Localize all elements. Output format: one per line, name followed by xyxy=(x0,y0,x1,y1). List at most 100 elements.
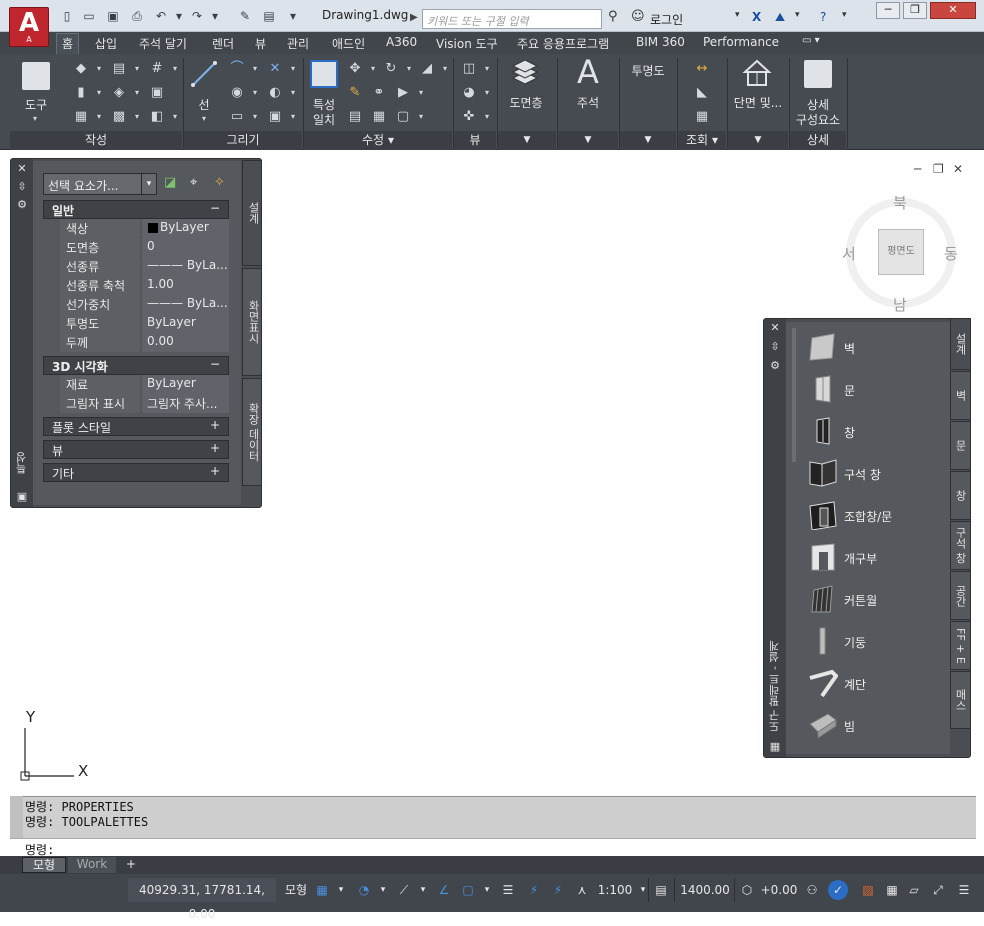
space-icon[interactable]: ▩ xyxy=(110,108,128,126)
exchange-icon[interactable]: X xyxy=(752,10,761,24)
application-menu-button[interactable]: A A xyxy=(9,7,49,47)
layer-panel-expand-icon[interactable]: ▼ xyxy=(498,131,556,150)
selection-dropdown[interactable]: 선택 요소가... xyxy=(43,173,147,195)
annotation-icon[interactable]: A xyxy=(574,56,602,90)
orbit-dropdown-icon[interactable]: ▾ xyxy=(478,108,496,126)
wall-dropdown-icon[interactable]: ▾ xyxy=(90,60,108,78)
tab-a360[interactable]: A360 xyxy=(386,35,417,49)
panel-view-bar[interactable]: 뷰 xyxy=(454,131,496,150)
layer-button-label[interactable]: 도면층 xyxy=(502,94,550,111)
minimize-button[interactable]: ─ xyxy=(876,2,900,19)
hardware-acceleration-icon[interactable]: ✓ xyxy=(828,880,848,900)
tab-performance[interactable]: Performance xyxy=(703,35,779,49)
clean-screen-icon[interactable]: ⤢ xyxy=(928,878,948,902)
redo-dropdown-icon[interactable]: ▾ xyxy=(210,8,220,24)
calculator-icon[interactable]: ▤ xyxy=(652,878,670,902)
viewport-close-icon[interactable]: ✕ xyxy=(953,162,963,176)
section-elevation-icon[interactable] xyxy=(742,58,772,88)
viewcube-face-top[interactable]: 평면도 xyxy=(878,229,924,275)
tab-view[interactable]: 뷰 xyxy=(255,35,266,52)
undo-icon[interactable]: ↶ xyxy=(152,8,170,24)
annotation-button-label[interactable]: 주석 xyxy=(566,94,610,111)
prop-tab-display[interactable]: 화면표시 xyxy=(242,268,262,376)
tab-render[interactable]: 렌더 xyxy=(212,35,234,52)
tab-manage[interactable]: 관리 xyxy=(287,35,309,52)
viewcube-north[interactable]: 북 xyxy=(893,192,907,213)
window-dropdown-icon[interactable]: ▾ xyxy=(90,84,108,102)
quick-select-icon[interactable]: ✧ xyxy=(214,175,225,190)
grid-icon[interactable]: # xyxy=(148,60,166,78)
curtainwall-dropdown-icon[interactable]: ▾ xyxy=(90,108,108,126)
viewcube-east[interactable]: 동 xyxy=(944,243,958,264)
login-label[interactable]: 로그인 xyxy=(650,11,683,28)
tool-item-door-window-assembly[interactable]: 조합창/문 xyxy=(808,496,948,534)
tp-tab-ffe[interactable]: FF + E xyxy=(950,621,971,670)
door-icon[interactable]: ▤ xyxy=(110,60,128,78)
tp-tab-space[interactable]: 공간 xyxy=(950,571,971,620)
xline-dropdown-icon[interactable]: ▾ xyxy=(284,60,302,78)
properties-settings-icon[interactable]: ⚙ xyxy=(15,198,29,212)
section-view-expand-icon[interactable]: + xyxy=(210,441,220,455)
osnap-dropdown-icon[interactable]: ▾ xyxy=(480,878,494,902)
customization-menu-icon[interactable]: ☰ xyxy=(954,878,974,902)
stretch-icon[interactable]: ▶ xyxy=(394,84,412,102)
trim-dropdown-icon[interactable]: ▾ xyxy=(436,60,454,78)
prop-value[interactable]: ——— ByLa... xyxy=(142,295,229,314)
hatch-icon[interactable]: ◐ xyxy=(266,84,284,102)
detail-label-line2[interactable]: 구성요소 xyxy=(790,111,846,128)
layer-icon[interactable] xyxy=(510,58,540,88)
column-icon[interactable]: ▣ xyxy=(148,84,166,102)
toolpalette-autohide-icon[interactable]: ⇳ xyxy=(768,340,782,354)
prop-row-thickness[interactable]: 두께 0.00 xyxy=(60,333,229,352)
slab-dropdown-icon[interactable]: ▾ xyxy=(166,108,184,126)
panel-modify-expand-icon[interactable]: ▾ xyxy=(388,133,394,147)
tab-bim360[interactable]: BIM 360 xyxy=(636,35,685,49)
workspace-icon[interactable]: ▤ xyxy=(260,8,278,24)
save-icon[interactable]: ▣ xyxy=(104,8,122,24)
section-general-collapse-icon[interactable]: − xyxy=(210,201,220,215)
panel-create-bar[interactable]: 작성 xyxy=(10,131,182,150)
isolate-icon[interactable]: ▨ xyxy=(858,878,878,902)
user-icon[interactable]: ☺ xyxy=(631,9,645,24)
tool-dropdown-icon[interactable]: ▾ xyxy=(26,110,44,128)
prop-value[interactable]: 0.00 xyxy=(142,333,229,352)
panel-details-bar[interactable]: 상세 xyxy=(790,131,846,150)
auto-scale-icon[interactable]: ⚡ xyxy=(548,878,568,902)
new-layout-button[interactable]: + xyxy=(120,857,142,873)
viewport-minimize-icon[interactable]: ─ xyxy=(914,162,921,176)
tool-item-column[interactable]: 기둥 xyxy=(808,622,948,660)
new-icon[interactable]: ▯ xyxy=(58,8,76,24)
section-panel-expand-icon[interactable]: ▼ xyxy=(728,131,788,150)
section-plot-style[interactable]: 플롯 스타일 + xyxy=(43,417,229,436)
tool-item-stair[interactable]: 계단 xyxy=(808,664,948,702)
section-button-label[interactable]: 단면 및... xyxy=(730,94,786,111)
command-line-input[interactable] xyxy=(10,838,976,856)
window-icon[interactable]: ▮ xyxy=(72,84,90,102)
tp-tab-corner-window[interactable]: 구석 창 xyxy=(950,521,971,570)
panel-modify-bar[interactable]: 수정 ▾ xyxy=(304,131,452,150)
panel-inquiry-expand-icon[interactable]: ▾ xyxy=(712,133,718,147)
area-icon[interactable]: ◣ xyxy=(693,84,711,102)
rectangle-icon[interactable]: ▭ xyxy=(228,108,246,126)
rotate-icon[interactable]: ↻ xyxy=(382,60,400,78)
region-dropdown-icon[interactable]: ▾ xyxy=(284,108,302,126)
tp-tab-wall[interactable]: 벽 xyxy=(950,371,971,420)
tp-tab-design[interactable]: 설계 xyxy=(950,318,971,370)
grid-icon[interactable]: ▦ xyxy=(312,878,332,902)
prop-value[interactable]: 그림자 주사... xyxy=(142,394,229,413)
match-label-line2[interactable]: 일치 xyxy=(306,111,342,128)
lineweight-icon[interactable]: ☰ xyxy=(498,878,518,902)
model-space-toggle[interactable]: 모형 xyxy=(282,878,310,902)
prop-row-color[interactable]: 색상 ByLayer xyxy=(60,219,229,238)
panel-draw-bar[interactable]: 그리기 xyxy=(184,131,302,150)
space-dropdown-icon[interactable]: ▾ xyxy=(128,108,146,126)
isodraft-icon[interactable]: ⟋ xyxy=(394,878,414,902)
login-dropdown-icon[interactable]: ▾ xyxy=(735,10,740,20)
tool-item-wall[interactable]: 벽 xyxy=(808,328,948,366)
section-3d-visualization[interactable]: 3D 시각화 − xyxy=(43,356,229,375)
annotation-scale-icon[interactable]: ⋏ xyxy=(572,878,592,902)
grid-dropdown-icon[interactable]: ▾ xyxy=(166,60,184,78)
surface-hatch-icon[interactable]: ▱ xyxy=(904,878,924,902)
tp-tab-mass[interactable]: 매스 xyxy=(950,671,971,729)
offset-icon[interactable]: ▢ xyxy=(394,108,412,126)
